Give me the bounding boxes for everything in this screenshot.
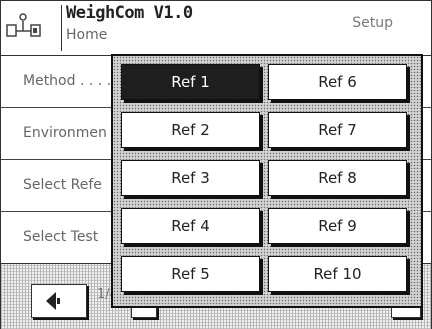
reference-select-popup: Ref 1 Ref 6 Ref 2 Ref 7 Ref 3 Ref 8 Ref … [111,54,423,308]
menu-item-label: Select Refe [23,177,102,193]
menu-item-label: Select Test [23,229,99,245]
ref-3-button[interactable]: Ref 3 [121,160,260,196]
prev-page-button[interactable] [31,284,87,318]
screen-frame: WeighCom V1.0 Home Setup Method . . . . … [0,0,432,329]
menu-item-label: Method . . . . [23,73,112,89]
ref-2-button[interactable]: Ref 2 [121,112,260,148]
app-title: WeighCom V1.0 [66,3,193,23]
ref-9-button[interactable]: Ref 9 [268,208,407,244]
ref-4-button[interactable]: Ref 4 [121,208,260,244]
ref-8-button[interactable]: Ref 8 [268,160,407,196]
header-bar: WeighCom V1.0 Home Setup [1,1,431,56]
mode-label: Setup [352,15,393,31]
menu-item-label: Environmen [23,125,107,141]
user-scale-icon[interactable] [4,13,44,39]
header-divider [61,5,62,51]
ref-10-button[interactable]: Ref 10 [268,256,407,292]
app-subtitle: Home [66,27,108,43]
ref-7-button[interactable]: Ref 7 [268,112,407,148]
ref-5-button[interactable]: Ref 5 [121,256,260,292]
ref-1-button[interactable]: Ref 1 [121,64,260,100]
ref-6-button[interactable]: Ref 6 [268,64,407,100]
left-arrow-icon [46,292,60,310]
